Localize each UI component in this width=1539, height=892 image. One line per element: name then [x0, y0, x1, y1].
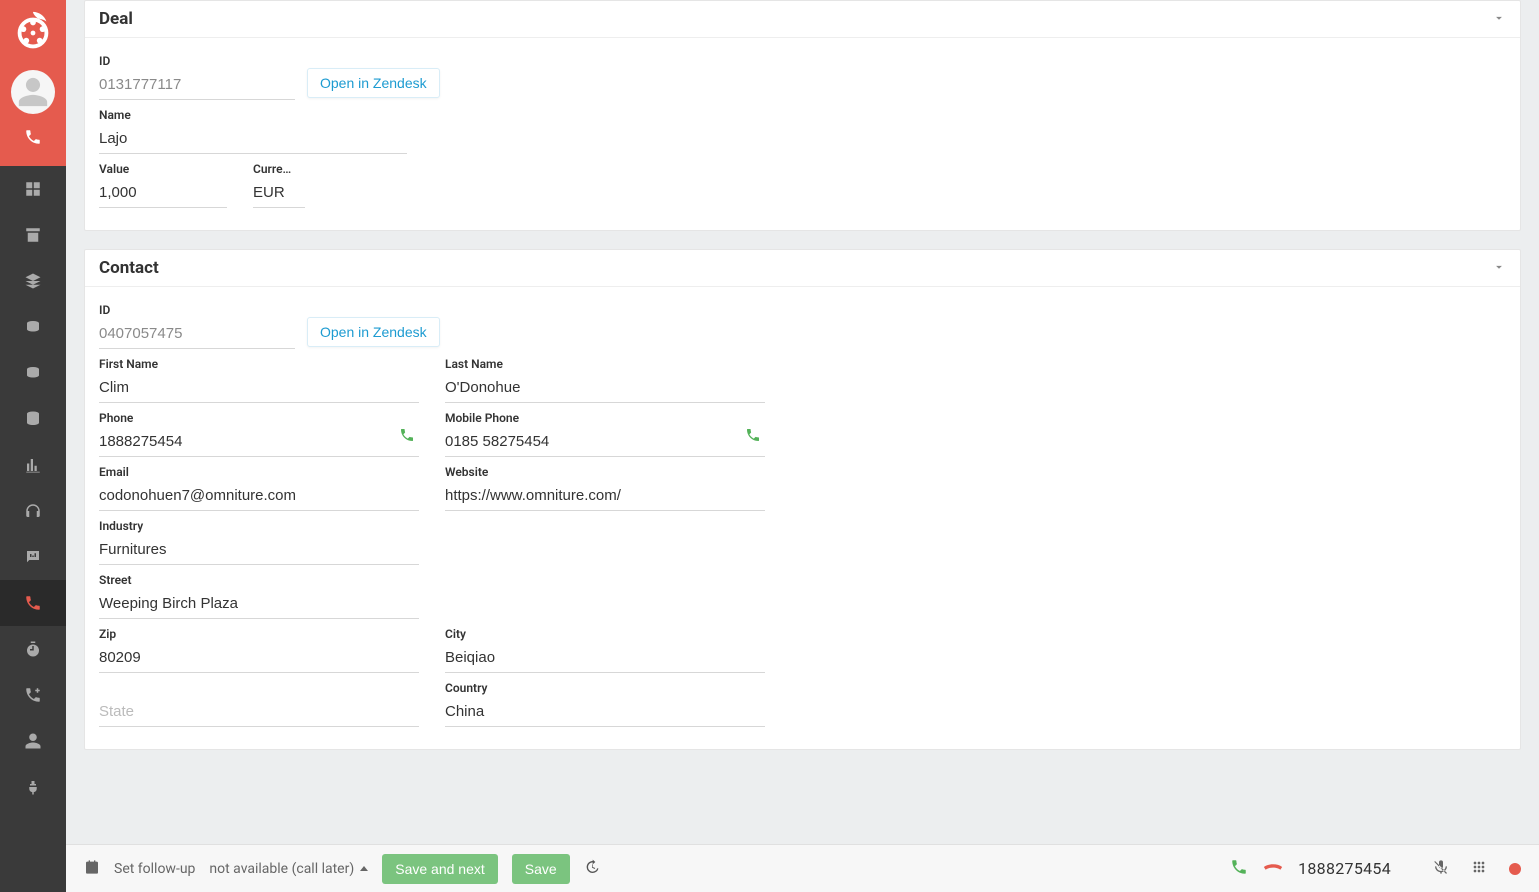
nav-archive[interactable]: [0, 212, 66, 258]
first-name-label: First Name: [99, 357, 419, 371]
save-button[interactable]: Save: [512, 854, 570, 884]
deal-value-input[interactable]: [99, 180, 227, 208]
last-name-label: Last Name: [445, 357, 765, 371]
nav-user[interactable]: [0, 718, 66, 764]
sidebar: [0, 0, 66, 892]
nav-headphones[interactable]: [0, 488, 66, 534]
save-and-next-button[interactable]: Save and next: [382, 854, 498, 884]
phone-call-icon[interactable]: [399, 427, 415, 447]
website-input[interactable]: [445, 483, 765, 511]
contact-id-label: ID: [99, 303, 295, 317]
nav-phone-plus[interactable]: [0, 672, 66, 718]
user-avatar[interactable]: [11, 70, 55, 114]
nav-analytics[interactable]: [0, 442, 66, 488]
nav-plug[interactable]: [0, 764, 66, 810]
contact-id-value: [99, 321, 295, 349]
website-label: Website: [445, 465, 765, 479]
call-status-dropdown[interactable]: not available (call later): [209, 861, 368, 877]
nav-dialer[interactable]: [0, 580, 66, 626]
nav-coins-in[interactable]: [0, 304, 66, 350]
state-label: [99, 681, 419, 695]
content-scroll[interactable]: Deal ID Open in Zendesk Name: [66, 0, 1539, 844]
phone-call-icon[interactable]: [745, 427, 761, 447]
deal-currency-input[interactable]: [253, 180, 305, 208]
footer-phone-number: 1888275454: [1298, 859, 1391, 878]
app-logo[interactable]: [10, 10, 56, 56]
open-zendesk-contact-button[interactable]: Open in Zendesk: [307, 317, 440, 347]
followup-label[interactable]: Set follow-up: [114, 861, 195, 877]
state-input[interactable]: [99, 699, 419, 727]
footer-bar: Set follow-up not available (call later)…: [66, 844, 1539, 892]
country-label: Country: [445, 681, 765, 695]
sidebar-brand-area: [0, 0, 66, 166]
open-zendesk-deal-button[interactable]: Open in Zendesk: [307, 68, 440, 98]
street-label: Street: [99, 573, 419, 587]
zip-label: Zip: [99, 627, 419, 641]
mobile-input[interactable]: [445, 429, 765, 457]
call-status-value: not available (call later): [209, 861, 354, 877]
call-hangup-icon[interactable]: [1262, 856, 1284, 882]
first-name-input[interactable]: [99, 375, 419, 403]
nav-chat-chart[interactable]: [0, 534, 66, 580]
caret-up-icon: [360, 866, 368, 871]
industry-label: Industry: [99, 519, 419, 533]
deal-panel-header[interactable]: Deal: [85, 1, 1520, 38]
industry-input[interactable]: [99, 537, 419, 565]
calendar-icon[interactable]: [84, 859, 100, 879]
last-name-input[interactable]: [445, 375, 765, 403]
contact-panel: Contact ID Open in Zendesk First Name: [84, 249, 1521, 750]
deal-panel: Deal ID Open in Zendesk Name: [84, 0, 1521, 231]
dialpad-icon[interactable]: [1471, 859, 1487, 879]
call-answer-icon[interactable]: [1230, 858, 1248, 880]
country-input[interactable]: [445, 699, 765, 727]
deal-id-value: [99, 72, 295, 100]
history-icon[interactable]: [584, 859, 600, 879]
contact-panel-header[interactable]: Contact: [85, 250, 1520, 287]
phone-label: Phone: [99, 411, 419, 425]
sidebar-nav: [0, 166, 66, 810]
deal-name-label: Name: [99, 108, 407, 122]
deal-title: Deal: [99, 9, 133, 29]
deal-value-label: Value: [99, 162, 227, 176]
nav-coins-out[interactable]: [0, 350, 66, 396]
phone-input[interactable]: [99, 429, 419, 457]
record-indicator-icon[interactable]: [1509, 863, 1521, 875]
city-label: City: [445, 627, 765, 641]
zip-input[interactable]: [99, 645, 419, 673]
nav-timer[interactable]: [0, 626, 66, 672]
chevron-down-icon[interactable]: [1492, 259, 1506, 278]
city-input[interactable]: [445, 645, 765, 673]
nav-dashboard[interactable]: [0, 166, 66, 212]
email-input[interactable]: [99, 483, 419, 511]
nav-database[interactable]: [0, 396, 66, 442]
street-input[interactable]: [99, 591, 419, 619]
mobile-label: Mobile Phone: [445, 411, 765, 425]
mute-icon[interactable]: [1433, 859, 1449, 879]
sidebar-phone-icon[interactable]: [24, 128, 42, 150]
contact-title: Contact: [99, 258, 159, 278]
deal-name-input[interactable]: [99, 126, 407, 154]
email-label: Email: [99, 465, 419, 479]
main: Deal ID Open in Zendesk Name: [66, 0, 1539, 892]
nav-layers[interactable]: [0, 258, 66, 304]
chevron-down-icon[interactable]: [1492, 10, 1506, 29]
deal-currency-label: Curre…: [253, 162, 305, 176]
deal-id-label: ID: [99, 54, 295, 68]
